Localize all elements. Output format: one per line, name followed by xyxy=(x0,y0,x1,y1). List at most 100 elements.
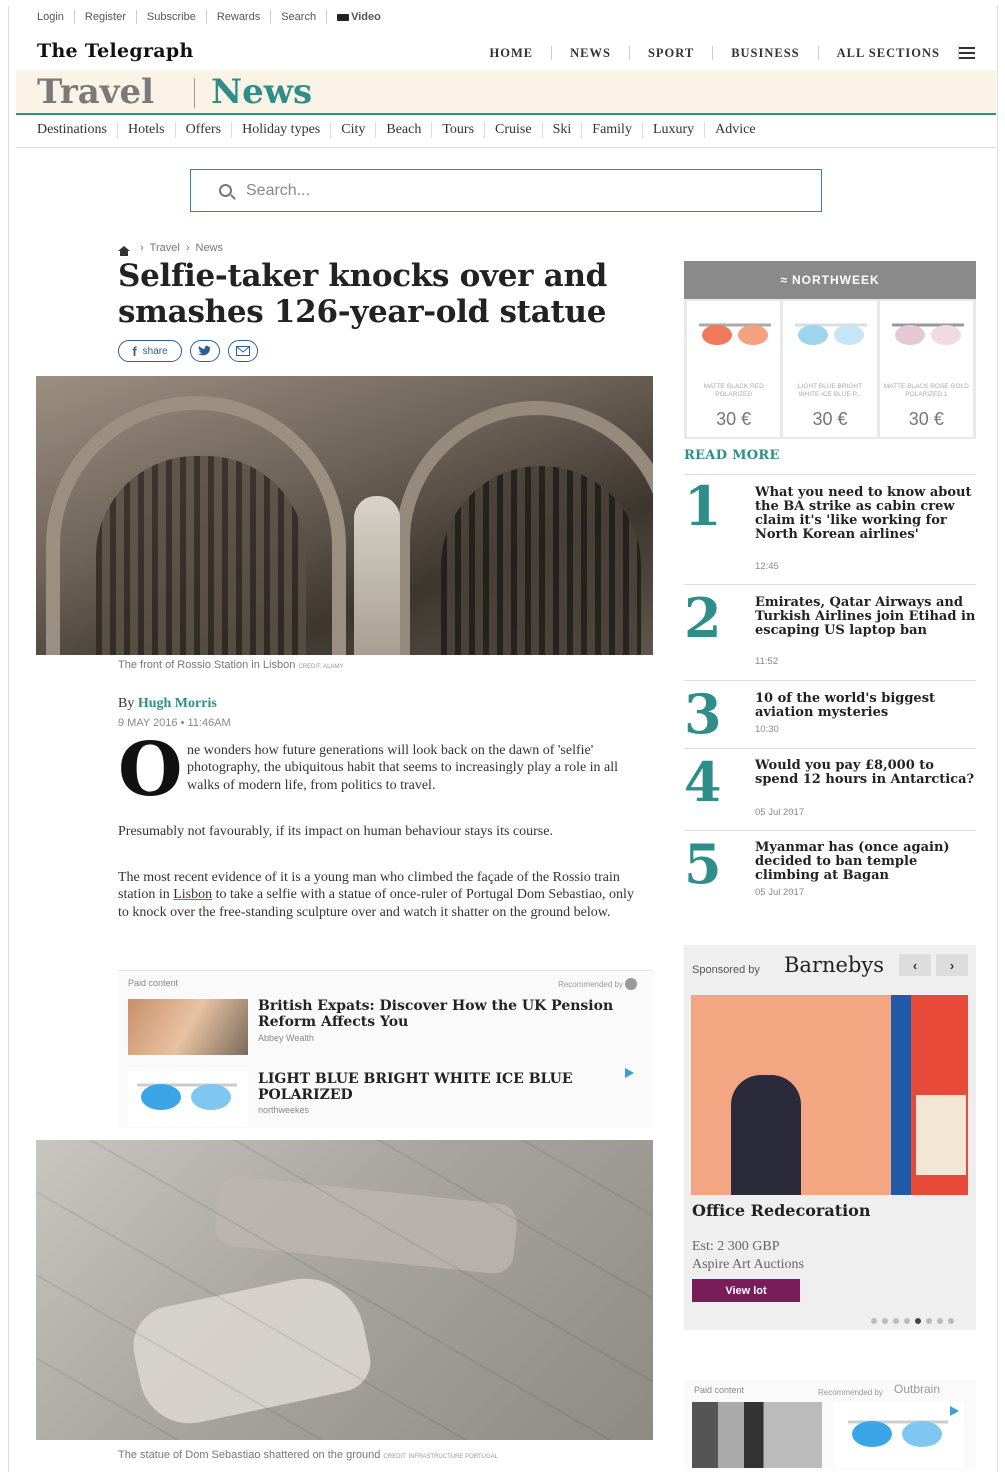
twitter-share-button[interactable] xyxy=(190,340,220,362)
paragraph-3: The most recent evidence of it is a youn… xyxy=(118,870,634,920)
ad-source-1: Abbey Wealth xyxy=(258,1033,314,1043)
subnav-city[interactable]: City xyxy=(331,122,377,138)
read-more-item[interactable]: 4 Would you pay £8,000 to spend 12 hours… xyxy=(684,748,976,830)
read-more-time: 12:45 xyxy=(755,561,779,572)
barnebys-logo[interactable]: Barnebys xyxy=(784,953,884,977)
view-lot-button[interactable]: View lot xyxy=(692,1279,800,1302)
subnav-family[interactable]: Family xyxy=(582,122,643,138)
read-more-title[interactable]: What you need to know about the BA strik… xyxy=(755,486,977,542)
section-divider xyxy=(194,78,195,108)
northweek-ad[interactable]: ≈ NORTHWEEK MATTE BLACK RED POLARIZED 30 … xyxy=(684,261,976,439)
read-more-title[interactable]: Would you pay £8,000 to spend 12 hours i… xyxy=(755,759,977,787)
subscribe-link[interactable]: Subscribe xyxy=(137,10,207,24)
nav-news[interactable]: NEWS xyxy=(552,46,630,60)
subnav-offers[interactable]: Offers xyxy=(176,122,233,138)
subnav-destinations[interactable]: Destinations xyxy=(37,122,118,138)
rank-number: 2 xyxy=(684,586,722,650)
carousel-dot[interactable] xyxy=(926,1318,932,1324)
main-nav: HOME NEWS SPORT BUSINESS ALL SECTIONS xyxy=(472,46,975,60)
read-more-item[interactable]: 2 Emirates, Qatar Airways and Turkish Ai… xyxy=(684,584,976,680)
article-headline: Selfie-taker knocks over and smashes 126… xyxy=(118,258,608,330)
carousel-dot[interactable] xyxy=(948,1318,954,1324)
author-link[interactable]: Hugh Morris xyxy=(138,696,217,711)
outbrain-logo: Outbrain xyxy=(894,1382,941,1396)
read-more-time: 05 Jul 2017 xyxy=(755,807,805,818)
menu-icon[interactable] xyxy=(959,47,975,59)
carousel-dot-active[interactable] xyxy=(915,1318,921,1324)
read-more-title[interactable]: Myanmar has (once again) decided to ban … xyxy=(755,841,977,883)
lot-title[interactable]: Office Redecoration xyxy=(692,1201,870,1220)
subnav-hotels[interactable]: Hotels xyxy=(118,122,176,138)
search-placeholder: Search... xyxy=(246,181,311,199)
product-card[interactable]: MATTE BLACK ROSE GOLD POLARIZED 1 30 € xyxy=(879,301,973,437)
breadcrumb-travel[interactable]: Travel xyxy=(150,242,180,254)
read-more-title[interactable]: 10 of the world's biggest aviation myste… xyxy=(755,692,977,720)
hero-image-rossio-station xyxy=(36,376,653,655)
ad-thumbnail-glasses[interactable] xyxy=(834,1402,964,1468)
subnav-luxury[interactable]: Luxury xyxy=(643,122,706,138)
carousel-dot[interactable] xyxy=(904,1318,910,1324)
travel-subnav: Destinations Hotels Offers Holiday types… xyxy=(37,122,766,138)
paid-content-block-2: Paid content Recommended by Outbrain xyxy=(684,1380,976,1470)
login-link[interactable]: Login xyxy=(37,10,75,24)
next-button[interactable]: › xyxy=(936,954,968,976)
utility-nav: Login Register Subscribe Rewards Search … xyxy=(37,10,391,24)
ad-thumbnail-couple[interactable] xyxy=(128,999,248,1055)
section-news[interactable]: News xyxy=(211,72,312,112)
telegraph-logo[interactable]: The Telegraph xyxy=(37,40,194,62)
ad-title-1[interactable]: British Expats: Discover How the UK Pens… xyxy=(258,998,638,1030)
subnav-beach[interactable]: Beach xyxy=(376,122,433,138)
read-more-item[interactable]: 3 10 of the world's biggest aviation mys… xyxy=(684,680,976,748)
nav-business[interactable]: BUSINESS xyxy=(713,46,819,60)
register-link[interactable]: Register xyxy=(75,10,137,24)
search-input[interactable]: Search... xyxy=(190,169,822,212)
product-card[interactable]: MATTE BLACK RED POLARIZED 30 € xyxy=(687,301,781,437)
read-more-title[interactable]: Emirates, Qatar Airways and Turkish Airl… xyxy=(755,596,977,638)
nav-sport[interactable]: SPORT xyxy=(630,46,714,60)
lot-estimate: Est: 2 300 GBP xyxy=(692,1239,780,1254)
ad-title-2[interactable]: LIGHT BLUE BRIGHT WHITE ICE BLUE POLARIZ… xyxy=(258,1071,598,1103)
nav-all-sections[interactable]: ALL SECTIONS xyxy=(819,46,959,60)
breadcrumb-news[interactable]: News xyxy=(196,242,224,254)
subnav-tours[interactable]: Tours xyxy=(432,122,486,138)
hero-caption: The front of Rossio Station in Lisbon CR… xyxy=(118,659,344,671)
byline: By Hugh Morris xyxy=(118,696,217,711)
ad-thumbnail-glasses[interactable] xyxy=(128,1071,248,1127)
subnav-holiday-types[interactable]: Holiday types xyxy=(232,122,332,138)
rewards-link[interactable]: Rewards xyxy=(207,10,272,24)
prev-button[interactable]: ‹ xyxy=(899,954,931,976)
adchoices-icon[interactable] xyxy=(625,1068,634,1078)
facebook-icon: f xyxy=(132,343,137,359)
facebook-share-button[interactable]: f share xyxy=(118,340,182,362)
subnav-ski[interactable]: Ski xyxy=(543,122,583,138)
paragraph-1: ne wonders how future generations will l… xyxy=(187,743,619,793)
subnav-cruise[interactable]: Cruise xyxy=(485,122,543,138)
nav-home[interactable]: HOME xyxy=(472,46,553,60)
barnebys-sponsored-block: Sponsored by Barnebys ‹ › Office Redecor… xyxy=(684,945,976,1330)
rank-number: 4 xyxy=(684,750,722,814)
recommended-label: Recommended by xyxy=(818,1388,883,1397)
carousel-dot[interactable] xyxy=(893,1318,899,1324)
lisbon-link[interactable]: Lisbon xyxy=(173,887,212,902)
search-link[interactable]: Search xyxy=(271,10,328,24)
carousel-dot[interactable] xyxy=(871,1318,877,1324)
breadcrumb: › Travel › News xyxy=(118,242,224,256)
email-share-button[interactable] xyxy=(228,340,258,362)
video-link[interactable]: Video xyxy=(327,10,391,24)
adchoices-icon[interactable] xyxy=(950,1406,959,1416)
carousel-dot[interactable] xyxy=(882,1318,888,1324)
home-icon[interactable] xyxy=(118,245,130,256)
artwork-image[interactable] xyxy=(691,995,968,1195)
carousel-dot[interactable] xyxy=(937,1318,943,1324)
read-more-item[interactable]: 1 What you need to know about the BA str… xyxy=(684,474,976,584)
recommended-label: Recommended by xyxy=(558,980,623,989)
ad-thumbnail-street[interactable] xyxy=(692,1402,822,1468)
rank-number: 5 xyxy=(684,832,722,896)
product-price: 30 € xyxy=(812,409,848,429)
paid-content-label: Paid content xyxy=(128,978,179,988)
read-more-item[interactable]: 5 Myanmar has (once again) decided to ba… xyxy=(684,830,976,910)
paid-content-label: Paid content xyxy=(694,1385,745,1395)
subnav-advice[interactable]: Advice xyxy=(705,122,765,138)
product-card[interactable]: LIGHT BLUE BRIGHT WHITE ICE BLUE P... 30… xyxy=(783,301,877,437)
section-travel[interactable]: Travel xyxy=(37,72,154,112)
